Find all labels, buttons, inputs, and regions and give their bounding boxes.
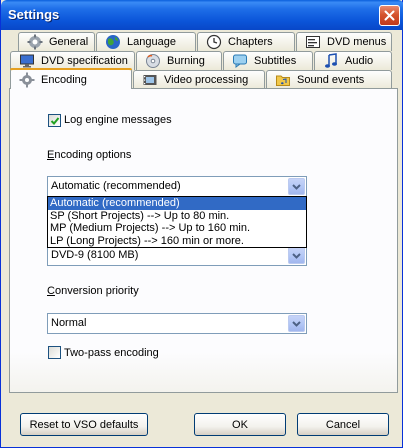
tab-label: Audio [345,55,374,67]
gear-icon [19,72,35,87]
wrench-icon [27,34,43,50]
cancel-button[interactable]: Cancel [297,413,389,436]
encoding-options-select[interactable]: Automatic (recommended) [47,176,307,197]
encoding-options-value: Automatic (recommended) [51,180,181,192]
encoding-options-list[interactable]: Automatic (recommended) SP (Short Projec… [47,196,307,248]
chevron-down-icon [292,320,301,327]
tab-video-processing[interactable]: Video processing [133,70,265,89]
monitor-icon [20,54,34,68]
tab-subtitles[interactable]: Subtitles [223,51,313,70]
dropdown-arrow[interactable] [288,247,305,264]
tab-language[interactable]: Language [96,32,196,51]
close-button[interactable] [379,5,400,26]
tab-chapters[interactable]: Chapters [197,32,295,51]
two-pass-checkbox[interactable] [48,346,61,359]
encoding-options-heading: Encoding options [47,149,132,161]
log-engine-label: Log engine messages [64,114,172,126]
window-title: Settings [8,7,60,22]
speech-icon [233,54,247,68]
tab-label: Subtitles [254,55,297,67]
close-icon [384,10,395,21]
tab-label: Encoding [41,73,87,86]
chevron-down-icon [292,252,301,259]
tab-label: Video processing [164,74,249,86]
menu-icon [306,36,320,48]
title-bar[interactable]: Settings [1,0,403,30]
tab-audio[interactable]: Audio [314,51,392,70]
conversion-priority-select[interactable]: Normal [47,313,307,334]
tab-encoding[interactable]: Encoding [10,68,132,89]
disc-size-value: DVD-9 (8100 MB) [51,249,139,261]
tab-general[interactable]: General [18,32,95,51]
tab-dvd-menus[interactable]: DVD menus [296,32,392,51]
note-icon [325,53,337,68]
disc-size-select[interactable]: DVD-9 (8100 MB) [47,245,307,266]
list-item[interactable]: LP (Long Projects) --> 160 min or more. [48,235,306,248]
tab-burning[interactable]: Burning [136,51,222,70]
list-item[interactable]: MP (Medium Projects) --> Up to 160 min. [48,222,306,235]
log-engine-checkbox[interactable] [48,114,61,127]
dropdown-arrow[interactable] [288,315,305,332]
chevron-down-icon [292,183,301,190]
tab-label: DVD specification [41,55,128,67]
tab-label: DVD menus [327,36,387,48]
conversion-priority-heading: Conversion priority [47,285,139,297]
ok-button[interactable]: OK [194,413,286,436]
settings-window: Settings General Language Chapters DVD m… [0,0,403,448]
checkmark-icon [50,117,60,125]
tab-label: Sound events [297,74,365,86]
tab-label: Language [127,36,176,48]
tab-label: Burning [167,55,205,67]
conversion-priority-value: Normal [51,317,87,329]
tab-label: Chapters [228,36,273,48]
tab-sound-events[interactable]: Sound events [266,70,392,89]
list-item[interactable]: SP (Short Projects) --> Up to 80 min. [48,210,306,223]
film-icon [143,75,157,85]
clock-icon [206,34,222,50]
folder-icon [276,75,290,86]
two-pass-label: Two-pass encoding [64,347,159,359]
fire-icon [146,54,160,68]
dropdown-arrow[interactable] [288,178,305,195]
globe-icon [106,35,120,49]
reset-defaults-button[interactable]: Reset to VSO defaults [20,413,148,436]
list-item[interactable]: Automatic (recommended) [48,197,306,210]
tab-label: General [49,36,89,48]
